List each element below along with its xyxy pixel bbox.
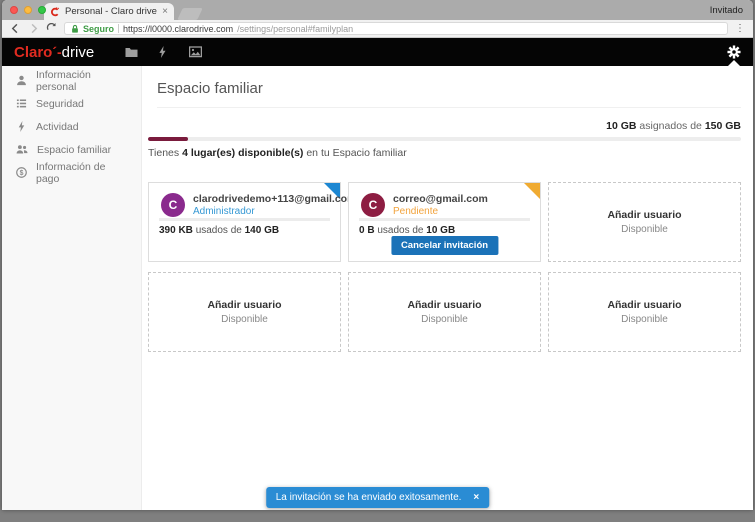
sidebar-item-label: Información de pago <box>36 161 127 185</box>
member-email: clarodrivedemo+113@gmail.com <box>193 193 356 205</box>
favicon-claro-icon <box>50 7 60 17</box>
availability-count: 4 lugar(es) disponible(s) <box>182 147 303 159</box>
add-user-label: Añadir usuario <box>607 209 681 221</box>
add-user-label: Añadir usuario <box>407 299 481 311</box>
quota-summary: 10 GB asignados de 150 GB <box>148 120 741 132</box>
lock-icon <box>71 24 79 34</box>
family-members-grid: C clarodrivedemo+113@gmail.com Administr… <box>148 182 741 352</box>
activity-bolt-icon[interactable] <box>157 45 171 59</box>
corner-flag-orange <box>524 183 540 199</box>
settings-gear-icon[interactable] <box>727 45 741 59</box>
bolt-icon <box>16 121 27 132</box>
add-user-slot[interactable]: Añadir usuario Disponible <box>148 272 341 352</box>
browser-tab-bar: Personal - Claro drive × Invitado <box>2 0 753 20</box>
url-domain: https://l0000.clarodrive.com <box>123 24 233 34</box>
quota-connector: asignados de <box>639 120 701 132</box>
logo-accent: ´- <box>52 44 61 60</box>
add-user-slot[interactable]: Añadir usuario Disponible <box>548 272 741 352</box>
toast-close-icon[interactable]: × <box>473 492 479 503</box>
browser-url-bar: Seguro https://l0000.clarodrive.com/sett… <box>2 20 753 38</box>
member-role-badge: Administrador <box>193 206 255 217</box>
tab-title: Personal - Claro drive <box>65 6 157 17</box>
sidebar-item-label: Actividad <box>36 121 79 133</box>
new-tab-button[interactable] <box>177 8 203 20</box>
usage-connector: usados de <box>377 225 423 236</box>
usage-used: 0 B <box>359 225 375 236</box>
browser-menu-icon[interactable]: ⋮ <box>735 24 745 34</box>
browser-window: Personal - Claro drive × Invitado Seguro… <box>2 0 753 510</box>
sidebar-item-seguridad[interactable]: Seguridad <box>2 92 141 115</box>
avatar: C <box>161 193 185 217</box>
sidebar-item-informacion-de-pago[interactable]: $ Información de pago <box>2 161 141 184</box>
list-icon <box>16 98 27 109</box>
guest-profile-label: Invitado <box>710 5 753 16</box>
sidebar-item-label: Seguridad <box>36 98 84 110</box>
availability-suffix: en tu Espacio familiar <box>306 147 406 159</box>
usage-total: 140 GB <box>245 225 279 236</box>
success-toast: La invitación se ha enviado exitosamente… <box>266 487 490 508</box>
screen: Personal - Claro drive × Invitado Seguro… <box>0 0 755 522</box>
maximize-window-button[interactable] <box>38 6 46 14</box>
member-card-pending: C correo@gmail.com Pendiente 0 B usados … <box>348 182 541 262</box>
quota-total: 150 GB <box>705 120 741 132</box>
browser-tab[interactable]: Personal - Claro drive × <box>44 3 174 20</box>
member-usage-text: 0 B usados de 10 GB <box>359 225 455 236</box>
tab-close-icon[interactable]: × <box>162 6 168 17</box>
sidebar-item-label: Información personal <box>36 69 127 93</box>
minimize-window-button[interactable] <box>24 6 32 14</box>
family-storage-progress-fill <box>148 137 188 141</box>
availability-text: Tienes 4 lugar(es) disponible(s) en tu E… <box>148 147 741 159</box>
cancel-invitation-button[interactable]: Cancelar invitación <box>391 236 498 255</box>
member-card-administrator: C clarodrivedemo+113@gmail.com Administr… <box>148 182 341 262</box>
slot-status-label: Disponible <box>621 224 668 235</box>
sidebar-item-informacion-personal[interactable]: Información personal <box>2 69 141 92</box>
app-header: Claro´-drive <box>2 38 753 66</box>
main-content: Espacio familiar 10 GB asignados de 150 … <box>142 66 753 510</box>
slot-status-label: Disponible <box>221 314 268 325</box>
member-usage-text: 390 KB usados de 140 GB <box>159 225 279 236</box>
reload-icon[interactable] <box>46 23 57 34</box>
logo-drive-text: drive <box>62 44 95 61</box>
toast-message: La invitación se ha enviado exitosamente… <box>276 492 462 503</box>
member-email: correo@gmail.com <box>393 193 488 205</box>
users-icon <box>16 144 28 155</box>
sidebar-item-label: Espacio familiar <box>37 144 111 156</box>
url-path: /settings/personal#familyplan <box>237 24 353 34</box>
page-title: Espacio familiar <box>157 80 741 108</box>
payment-icon: $ <box>16 167 27 178</box>
availability-prefix: Tienes <box>148 147 179 159</box>
window-controls <box>10 6 46 14</box>
close-window-button[interactable] <box>10 6 18 14</box>
back-icon[interactable] <box>10 23 21 34</box>
sidebar-item-actividad[interactable]: Actividad <box>2 115 141 138</box>
settings-sidebar: Información personal Seguridad Actividad… <box>2 66 142 510</box>
avatar: C <box>361 193 385 217</box>
add-user-slot[interactable]: Añadir usuario Disponible <box>348 272 541 352</box>
usage-connector: usados de <box>196 225 242 236</box>
address-bar[interactable]: Seguro https://l0000.clarodrive.com/sett… <box>64 22 728 35</box>
usage-total: 10 GB <box>426 225 455 236</box>
family-storage-progressbar <box>148 137 741 141</box>
security-label: Seguro <box>83 24 114 34</box>
add-user-slot[interactable]: Añadir usuario Disponible <box>548 182 741 262</box>
add-user-label: Añadir usuario <box>207 299 281 311</box>
add-user-label: Añadir usuario <box>607 299 681 311</box>
member-role-badge: Pendiente <box>393 206 438 217</box>
quota-assigned: 10 GB <box>606 120 636 132</box>
slot-status-label: Disponible <box>421 314 468 325</box>
slot-status-label: Disponible <box>621 314 668 325</box>
person-icon <box>16 75 27 86</box>
photos-icon[interactable] <box>189 45 203 59</box>
member-usage-bar <box>359 218 530 221</box>
omnibox-divider <box>118 24 119 33</box>
member-usage-bar <box>159 218 330 221</box>
app-body: Información personal Seguridad Actividad… <box>2 66 753 510</box>
files-folder-icon[interactable] <box>125 45 139 59</box>
svg-text:$: $ <box>20 170 24 177</box>
clarodrive-logo: Claro´-drive <box>14 44 94 61</box>
logo-claro-text: Claro <box>14 44 52 61</box>
sidebar-item-espacio-familiar[interactable]: Espacio familiar <box>2 138 141 161</box>
usage-used: 390 KB <box>159 225 193 236</box>
forward-icon[interactable] <box>28 23 39 34</box>
